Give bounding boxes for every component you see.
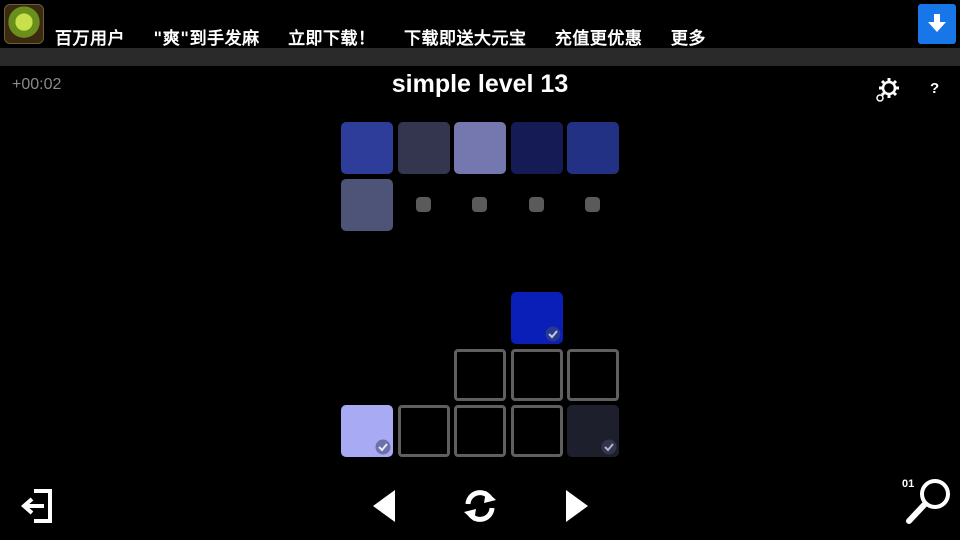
ad-item-3: 立即下载！ bbox=[288, 29, 376, 48]
ad-item-2: "爽"到手发麻 bbox=[153, 29, 260, 48]
empty-palette-dot bbox=[472, 197, 487, 212]
triangle-right-icon[interactable] bbox=[564, 488, 590, 524]
placed-tile-fixed bbox=[567, 405, 619, 457]
ad-download-button[interactable] bbox=[918, 4, 956, 44]
palette-tile-1[interactable] bbox=[341, 122, 393, 174]
ad-item-6: 更多 bbox=[670, 29, 706, 48]
ad-item-4: 下载即送大元宝 bbox=[403, 29, 527, 48]
palette-tile-2[interactable] bbox=[398, 122, 450, 174]
palette-tile-5[interactable] bbox=[567, 122, 619, 174]
checkmark-icon bbox=[375, 439, 391, 455]
level-title: simple level 13 bbox=[391, 70, 569, 98]
magnifier-icon[interactable] bbox=[904, 476, 954, 526]
board-slot[interactable] bbox=[398, 405, 450, 457]
board-slot[interactable] bbox=[454, 349, 506, 401]
ad-item-1: 百万用户 bbox=[55, 29, 125, 48]
checkmark-icon bbox=[545, 326, 561, 342]
board-slot[interactable] bbox=[567, 349, 619, 401]
checkmark-icon bbox=[601, 439, 617, 455]
ad-app-logo[interactable] bbox=[4, 4, 44, 44]
board-slot[interactable] bbox=[511, 405, 563, 457]
palette-tile-3[interactable] bbox=[454, 122, 506, 174]
palette-tile-6[interactable] bbox=[341, 179, 393, 231]
board-slot[interactable] bbox=[511, 349, 563, 401]
empty-palette-dot bbox=[416, 197, 431, 212]
ad-underline bbox=[0, 48, 960, 66]
help-button[interactable]: ? bbox=[930, 80, 939, 97]
ad-banner[interactable]: 百万用户 "爽"到手发麻 立即下载！ 下载即送大元宝 充值更优惠 更多 bbox=[0, 0, 960, 48]
palette-tile-4[interactable] bbox=[511, 122, 563, 174]
ad-text[interactable]: 百万用户 "爽"到手发麻 立即下载！ 下载即送大元宝 充值更优惠 更多 bbox=[55, 24, 728, 48]
empty-palette-dot bbox=[529, 197, 544, 212]
placed-tile-fixed bbox=[511, 292, 563, 344]
exit-icon[interactable] bbox=[20, 488, 54, 524]
triangle-left-icon[interactable] bbox=[371, 488, 397, 524]
placed-tile-fixed bbox=[341, 405, 393, 457]
board-slot[interactable] bbox=[454, 405, 506, 457]
ad-item-5: 充值更优惠 bbox=[554, 29, 643, 48]
refresh-icon[interactable] bbox=[461, 487, 499, 525]
gear-icon[interactable] bbox=[874, 76, 902, 104]
down-arrow-icon bbox=[928, 14, 946, 32]
empty-palette-dot bbox=[585, 197, 600, 212]
